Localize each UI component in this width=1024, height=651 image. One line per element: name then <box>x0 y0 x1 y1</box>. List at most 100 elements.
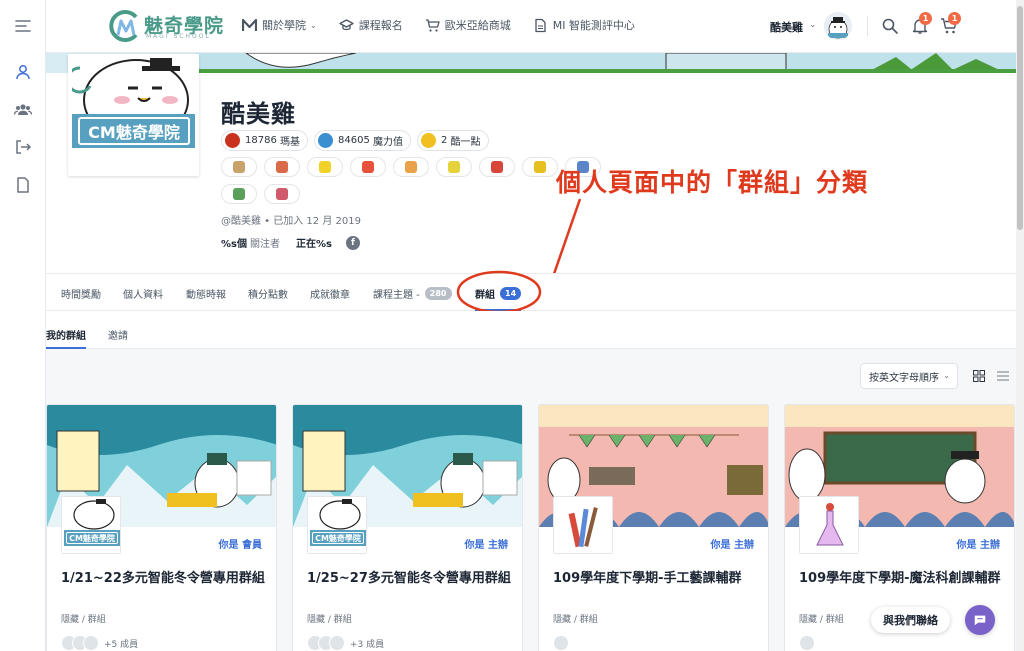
chevron-down-icon[interactable]: ⌄ <box>809 20 817 30</box>
tab-label: 動態時報 <box>186 290 226 301</box>
subtab-my-groups[interactable]: 我的群組 <box>46 327 86 342</box>
user-menu-name[interactable]: 酷美雞 <box>770 19 803 35</box>
achievement-badges <box>221 184 300 204</box>
annotation-text: 個人頁面中的「群組」分類 <box>556 168 869 197</box>
tab-achievements[interactable]: 成就徽章 <box>310 286 350 301</box>
chalkboard <box>855 441 955 453</box>
subtab-invites[interactable]: 邀請 <box>108 327 128 342</box>
achievement-badge[interactable] <box>479 157 515 177</box>
badge-icon <box>534 161 546 173</box>
group-subtabs: 我的群組 邀請 <box>46 311 1016 349</box>
group-role: 你是 會員 <box>219 536 262 551</box>
group-title[interactable]: 1/25~27多元智能冬令營專用群組 <box>307 570 512 588</box>
stat-label: 瑪基 <box>280 137 300 148</box>
grid-view-icon[interactable] <box>969 366 989 386</box>
user-icon[interactable] <box>13 62 33 82</box>
member-avatar <box>553 635 569 651</box>
logout-icon[interactable] <box>13 137 33 157</box>
notification-badge: 1 <box>919 12 932 25</box>
achievement-badge[interactable] <box>350 157 386 177</box>
achievement-badge[interactable] <box>436 157 472 177</box>
menu-icon[interactable] <box>13 16 33 36</box>
group-card[interactable]: 你是 主辦 109學年度下學期-手工藝課輔群 隱藏 / 群組 <box>538 404 769 651</box>
group-members[interactable] <box>553 635 569 651</box>
group-logo-caption: CM魅奇學院 <box>66 532 118 544</box>
group-members[interactable]: +5 成員 <box>61 635 138 651</box>
followers-count[interactable]: %s個 <box>221 235 247 250</box>
annotation-circle <box>456 270 542 314</box>
contact-us-button[interactable]: 與我們聯絡 <box>871 607 950 633</box>
group-card[interactable]: CM魅奇學院 你是 主辦 1/25~27多元智能冬令營專用群組 隱藏 / 群組 … <box>292 404 523 651</box>
tab-timeline[interactable]: 動態時報 <box>186 286 226 301</box>
stat-label: 魔力值 <box>373 137 403 148</box>
chevron-down-icon: ⌄ <box>310 20 317 30</box>
nav-mi-center[interactable]: MI 智能測評中心 <box>533 17 635 33</box>
achievement-badge[interactable] <box>307 157 343 177</box>
nav-courses[interactable]: 課程報名 <box>339 17 403 33</box>
group-title[interactable]: 109學年度下學期-手工藝課輔群 <box>553 570 758 588</box>
left-rail <box>0 0 46 651</box>
following-count[interactable]: 正在%s <box>296 235 332 250</box>
role-prefix: 你是 <box>710 540 731 551</box>
facebook-icon[interactable]: f <box>345 235 360 250</box>
achievement-badge[interactable] <box>393 157 429 177</box>
sort-select[interactable]: 按英文字母順序 ⌄ <box>860 363 958 389</box>
achievement-badge[interactable] <box>522 157 558 177</box>
group-logo: CM魅奇學院 <box>61 496 121 554</box>
main-nav: 關於學院 ⌄ 課程報名 歐米亞給商城 MI 智能測評中心 <box>242 17 657 33</box>
role-label: 主辦 <box>488 540 508 551</box>
member-count: +5 成員 <box>104 639 139 650</box>
list-view-icon[interactable] <box>993 366 1013 386</box>
role-label: 會員 <box>242 540 262 551</box>
group-title[interactable]: 1/21~22多元智能冬令營專用群組 <box>61 570 266 588</box>
profile-stats: 18786 瑪基 84605 魔力值 2 酷一點 <box>221 130 489 151</box>
scrollbar-thumb[interactable] <box>1017 6 1023 230</box>
role-label: 主辦 <box>734 540 754 551</box>
achievement-badge[interactable] <box>264 184 300 204</box>
stat-maji[interactable]: 18786 瑪基 <box>221 130 308 151</box>
member-avatar <box>799 635 815 651</box>
role-prefix: 你是 <box>218 540 239 551</box>
users-icon[interactable] <box>13 99 33 119</box>
stat-value: 2 <box>441 135 448 146</box>
group-type: 隱藏 / 群組 <box>307 615 352 625</box>
nav-shop-label: 歐米亞給商城 <box>444 19 511 32</box>
flask-icon <box>800 497 858 553</box>
nav-about[interactable]: 關於學院 ⌄ <box>242 17 317 33</box>
stat-value: 18786 <box>245 135 277 146</box>
profile-avatar[interactable]: CM魅奇學院 <box>68 54 199 176</box>
group-logo <box>553 496 613 554</box>
group-members[interactable]: +3 成員 <box>307 635 384 651</box>
site-logo[interactable]: 魅奇學院 MAGI SCHOOL <box>106 9 224 43</box>
group-title[interactable]: 109學年度下學期-魔法科創課輔群 <box>799 570 1004 588</box>
group-card[interactable]: CM魅奇學院 你是 會員 1/21~22多元智能冬令營專用群組 隱藏 / 群組 … <box>46 404 277 651</box>
group-members[interactable] <box>799 635 815 651</box>
tab-label: 積分點數 <box>248 290 288 301</box>
tab-points[interactable]: 積分點數 <box>248 286 288 301</box>
tab-profile[interactable]: 個人資料 <box>123 286 163 301</box>
role-label: 主辦 <box>980 540 1000 551</box>
nav-shop[interactable]: 歐米亞給商城 <box>425 17 511 33</box>
achievement-badges <box>221 157 601 177</box>
avatar-caption: CM魅奇學院 <box>78 117 190 145</box>
graduation-cap-icon <box>339 18 354 30</box>
member-avatar <box>83 635 99 651</box>
file-icon[interactable] <box>13 175 33 195</box>
chat-icon[interactable] <box>965 605 995 635</box>
tab-time-reward[interactable]: 時間獎勵 <box>61 286 101 301</box>
achievement-badge[interactable] <box>221 184 257 204</box>
logo-mark-icon <box>106 9 142 43</box>
divider <box>867 16 868 36</box>
achievement-badge[interactable] <box>264 157 300 177</box>
brand-m-icon <box>242 18 257 31</box>
stat-cool[interactable]: 2 酷一點 <box>417 130 489 151</box>
stat-magic[interactable]: 84605 魔力值 <box>314 130 411 151</box>
achievement-badge[interactable] <box>221 157 257 177</box>
page-scrollbar[interactable] <box>1016 0 1024 651</box>
tab-courses[interactable]: 課程主題 - 280 <box>373 286 452 301</box>
nav-courses-label: 課程報名 <box>358 19 403 32</box>
badge-icon <box>491 161 503 173</box>
user-avatar[interactable] <box>824 12 852 40</box>
search-icon[interactable] <box>881 17 899 35</box>
badge-icon <box>233 161 245 173</box>
